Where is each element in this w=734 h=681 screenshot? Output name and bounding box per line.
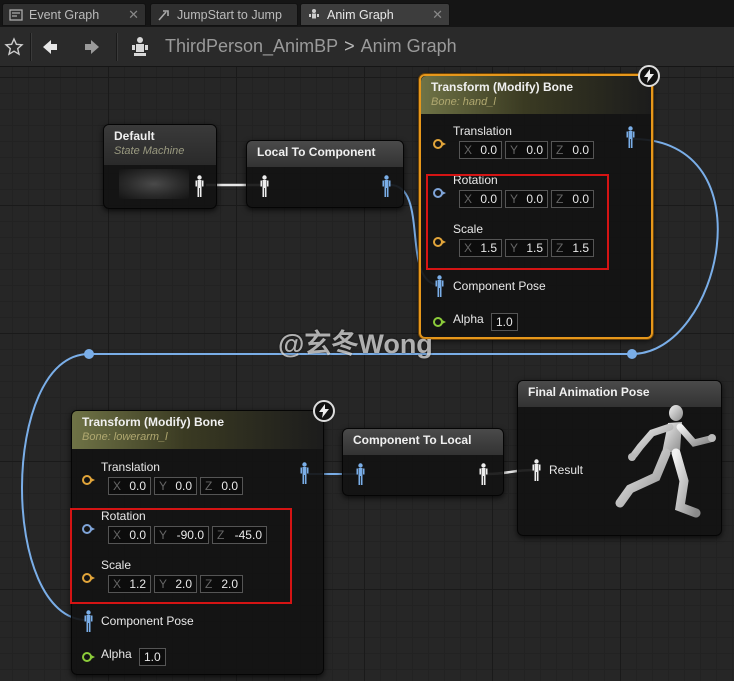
node-title: Local To Component [257,145,376,159]
tab-anim-graph[interactable]: Anim Graph ✕ [300,3,450,26]
alpha-label: Alpha [101,647,132,661]
translation-x-field[interactable]: X 0.0 [459,141,502,159]
running-mannequin-icon [615,405,716,518]
tab-label: Event Graph [29,7,100,22]
pose-output-pin-icon[interactable] [479,463,488,485]
component-pose-output-pin-icon[interactable] [382,175,391,197]
node-title: Transform (Modify) Bone [431,80,574,94]
node-title: Transform (Modify) Bone [82,415,225,429]
state-machine-preview [119,169,189,199]
lightning-icon [313,400,335,422]
node-transform-bone-lowerarm[interactable]: Transform (Modify) Bone Bone: lowerarm_l… [70,410,324,675]
close-icon[interactable]: ✕ [432,7,443,23]
pose-input-pin-icon[interactable] [260,175,269,197]
translation-pin-icon[interactable] [82,475,95,485]
breadcrumb-separator: > [344,36,355,56]
watermark-text: @玄冬Wong [278,329,433,359]
component-pose-output-pin-icon[interactable] [626,126,635,148]
component-pose-label: Component Pose [101,614,194,628]
component-pose-input-pin-icon[interactable] [435,275,444,297]
highlight-box-rotation-scale [70,508,292,604]
node-subtitle: State Machine [114,145,185,157]
highlight-box-rotation-scale [426,174,609,270]
translation-vector: X 0.0 Y 0.0 Z 0.0 [108,477,243,495]
node-title: Default [114,129,155,143]
event-graph-icon [9,8,23,22]
favorite-star-icon[interactable] [2,35,26,59]
node-transform-bone-hand[interactable]: Transform (Modify) Bone Bone: hand_l Tra… [419,74,653,339]
tab-jumpstart[interactable]: JumpStart to Jump [150,3,298,26]
pose-output-pin-icon[interactable] [195,175,204,197]
node-component-to-local[interactable]: Component To Local [342,428,504,496]
alpha-field[interactable]: 1.0 [491,313,518,331]
translation-y-field[interactable]: Y 0.0 [505,141,548,159]
translation-pin-icon[interactable] [433,139,446,149]
tab-label: Anim Graph [327,7,394,22]
alpha-pin-icon[interactable] [82,652,95,662]
alpha-label: Alpha [453,312,484,326]
tab-bar: Event Graph ✕ JumpStart to Jump Anim Gra… [0,0,734,27]
alpha-pin-icon[interactable] [433,317,446,327]
breadcrumb: ThirdPerson_AnimBP > Anim Graph [165,36,457,57]
forward-arrow-icon[interactable] [80,35,104,59]
node-final-animation-pose[interactable]: Final Animation Pose Result [517,380,722,536]
tab-label: JumpStart to Jump [177,7,282,22]
breadcrumb-current: Anim Graph [360,36,457,56]
translation-vector: X 0.0 Y 0.0 Z 0.0 [459,141,594,159]
component-pose-output-pin-icon[interactable] [300,462,309,484]
toolbar-divider [116,33,118,61]
component-pose-input-pin-icon[interactable] [84,610,93,632]
result-pose-input-pin-icon[interactable] [532,459,541,481]
translation-label: Translation [101,460,160,474]
alpha-field[interactable]: 1.0 [139,648,166,666]
translation-label: Translation [453,124,512,138]
anim-blueprint-icon [128,35,152,59]
translation-z-field[interactable]: Z 0.0 [551,141,594,159]
component-pose-label: Component Pose [453,279,546,293]
result-label: Result [549,463,584,477]
toolbar-divider [30,33,32,61]
anim-graph-icon [307,8,321,22]
component-pose-input-pin-icon[interactable] [356,463,365,485]
transition-icon [157,8,171,22]
breadcrumb-root[interactable]: ThirdPerson_AnimBP [165,36,338,56]
tab-event-graph[interactable]: Event Graph ✕ [2,3,146,26]
translation-y-field[interactable]: Y 0.0 [154,477,197,495]
translation-z-field[interactable]: Z 0.0 [200,477,243,495]
node-subtitle: Bone: hand_l [431,96,496,108]
back-arrow-icon[interactable] [38,35,62,59]
graph-toolbar: ThirdPerson_AnimBP > Anim Graph [0,27,734,67]
lightning-icon [638,65,660,87]
translation-x-field[interactable]: X 0.0 [108,477,151,495]
node-local-to-component[interactable]: Local To Component [246,140,404,208]
close-icon[interactable]: ✕ [128,7,139,23]
node-default-state-machine[interactable]: Default State Machine [103,124,217,209]
node-title: Component To Local [353,433,472,447]
node-title: Final Animation Pose [528,385,650,399]
node-subtitle: Bone: lowerarm_l [82,431,168,443]
